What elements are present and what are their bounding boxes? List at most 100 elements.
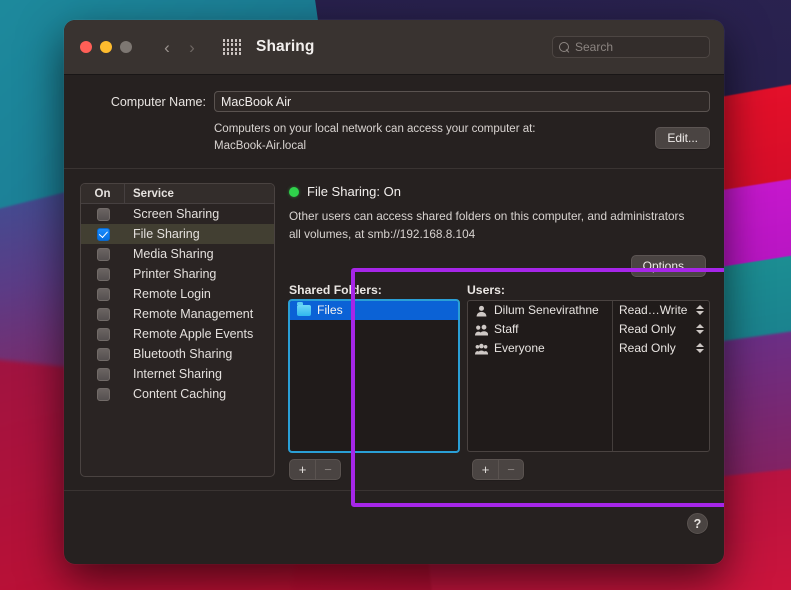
- sharing-preferences-window: ‹ › Sharing Search Computer Name: MacBoo…: [64, 20, 724, 564]
- service-name-label: Content Caching: [133, 387, 227, 402]
- shared-folders-label: Shared Folders:: [289, 282, 382, 297]
- users-label: Users:: [467, 282, 505, 297]
- everyone-users-icon: [475, 342, 489, 355]
- service-checkbox-cell: [81, 207, 125, 221]
- chevron-up-down-icon[interactable]: [695, 341, 704, 355]
- checkbox-unchecked-icon[interactable]: [96, 367, 110, 381]
- lists-row: Files Dilum Senevirathne Read…Write Staff R…: [288, 298, 710, 453]
- checkbox-unchecked-icon[interactable]: [96, 287, 110, 301]
- service-rows: Screen Sharing File Sharing Media Sharing P…: [81, 204, 274, 476]
- service-row-media-sharing[interactable]: Media Sharing: [81, 244, 274, 264]
- service-list-table: On Service Screen Sharing File Sharing Med…: [80, 183, 275, 478]
- shared-folders-add-remove: + −: [289, 458, 459, 480]
- service-name-label: Remote Apple Events: [133, 327, 254, 342]
- computer-name-row: Computer Name:: [78, 91, 710, 112]
- user-row[interactable]: Everyone Read Only: [468, 339, 709, 358]
- folder-icon: [297, 302, 311, 316]
- user-left-cell: Dilum Senevirathne: [475, 303, 612, 317]
- search-placeholder: Search: [575, 40, 614, 54]
- service-checkbox-cell: [81, 287, 125, 301]
- service-checkbox-cell: [81, 387, 125, 401]
- status-title: File Sharing: On: [307, 184, 401, 200]
- user-permission-popup[interactable]: Read Only: [612, 341, 709, 355]
- user-name-label: Everyone: [494, 341, 545, 356]
- remove-shared-folder-button[interactable]: −: [315, 459, 340, 479]
- service-row-remote-login[interactable]: Remote Login: [81, 284, 274, 304]
- user-left-cell: Staff: [475, 322, 612, 336]
- computer-name-label: Computer Name:: [110, 94, 206, 109]
- checkbox-unchecked-icon[interactable]: [96, 387, 110, 401]
- window-footer: ?: [64, 490, 724, 564]
- shared-folders-list[interactable]: Files: [288, 298, 460, 453]
- shared-folder-name: Files: [317, 303, 343, 318]
- service-row-printer-sharing[interactable]: Printer Sharing: [81, 264, 274, 284]
- checkbox-unchecked-icon[interactable]: [96, 207, 110, 221]
- status-indicator-icon: [289, 186, 299, 197]
- service-checkbox-cell: [81, 307, 125, 321]
- close-button-icon[interactable]: [80, 41, 92, 53]
- service-checkbox-cell: [81, 347, 125, 361]
- file-sharing-detail-panel: File Sharing: On Other users can access …: [288, 183, 710, 480]
- service-row-file-sharing[interactable]: File Sharing: [81, 224, 274, 245]
- user-permission-value: Read Only: [619, 341, 676, 356]
- search-field[interactable]: Search: [552, 36, 710, 58]
- desktop-background: ‹ › Sharing Search Computer Name: MacBoo…: [0, 0, 791, 590]
- users-list[interactable]: Dilum Senevirathne Read…Write Staff Read On…: [467, 299, 710, 452]
- service-row-screen-sharing[interactable]: Screen Sharing: [81, 204, 274, 224]
- help-button[interactable]: ?: [687, 513, 708, 534]
- add-shared-folder-button[interactable]: +: [290, 460, 315, 479]
- service-row-content-caching[interactable]: Content Caching: [81, 384, 274, 404]
- checkbox-unchecked-icon[interactable]: [96, 307, 110, 321]
- service-name-label: Screen Sharing: [133, 207, 220, 222]
- user-row[interactable]: Dilum Senevirathne Read…Write: [468, 301, 709, 320]
- forward-arrow-icon[interactable]: ›: [181, 35, 203, 59]
- service-row-remote-apple-events[interactable]: Remote Apple Events: [81, 324, 274, 344]
- service-row-bluetooth-sharing[interactable]: Bluetooth Sharing: [81, 344, 274, 364]
- computer-name-section: Computer Name: Computers on your local n…: [64, 75, 724, 170]
- checkbox-checked-icon[interactable]: [96, 227, 110, 241]
- service-name-label: Internet Sharing: [133, 367, 222, 382]
- user-permission-value: Read Only: [619, 322, 676, 337]
- user-name-label: Staff: [494, 322, 519, 337]
- options-row: Options...: [289, 254, 710, 277]
- zoom-button-icon[interactable]: [120, 41, 132, 53]
- chevron-up-down-icon[interactable]: [695, 322, 704, 336]
- add-user-button[interactable]: +: [473, 460, 498, 479]
- grid-view-icon[interactable]: [223, 39, 241, 55]
- group-users-icon: [475, 323, 489, 336]
- service-name-label: Media Sharing: [133, 247, 214, 262]
- checkbox-unchecked-icon[interactable]: [96, 247, 110, 261]
- single-user-icon: [475, 304, 488, 317]
- user-left-cell: Everyone: [475, 341, 612, 355]
- service-checkbox-cell: [81, 327, 125, 341]
- back-arrow-icon[interactable]: ‹: [156, 35, 178, 59]
- minimize-button-icon[interactable]: [100, 41, 112, 53]
- column-header-service: Service: [133, 187, 174, 200]
- user-name-label: Dilum Senevirathne: [494, 303, 599, 318]
- user-permission-popup[interactable]: Read Only: [612, 322, 709, 336]
- add-remove-row: + − + −: [289, 458, 710, 480]
- lists-labels-row: Shared Folders: Users:: [289, 283, 710, 297]
- traffic-light-buttons: [80, 41, 132, 53]
- user-permission-popup[interactable]: Read…Write: [612, 303, 709, 317]
- edit-button[interactable]: Edit...: [655, 127, 710, 149]
- service-table-header: On Service: [81, 184, 274, 205]
- service-row-internet-sharing[interactable]: Internet Sharing: [81, 364, 274, 384]
- remove-user-button[interactable]: −: [498, 459, 523, 479]
- checkbox-unchecked-icon[interactable]: [96, 327, 110, 341]
- service-checkbox-cell: [81, 247, 125, 261]
- checkbox-unchecked-icon[interactable]: [96, 347, 110, 361]
- service-row-remote-management[interactable]: Remote Management: [81, 304, 274, 324]
- service-name-label: Bluetooth Sharing: [133, 347, 233, 362]
- status-description: Other users can access shared folders on…: [289, 209, 685, 242]
- search-icon: [559, 41, 570, 53]
- shared-folder-row[interactable]: Files: [290, 300, 458, 320]
- user-row[interactable]: Staff Read Only: [468, 320, 709, 339]
- users-column-divider: [612, 300, 613, 451]
- chevron-up-down-icon[interactable]: [695, 303, 704, 317]
- service-checkbox-cell: [81, 227, 125, 241]
- checkbox-unchecked-icon[interactable]: [96, 267, 110, 281]
- computer-name-input[interactable]: [214, 91, 710, 112]
- service-checkbox-cell: [81, 267, 125, 281]
- options-button[interactable]: Options...: [630, 254, 706, 277]
